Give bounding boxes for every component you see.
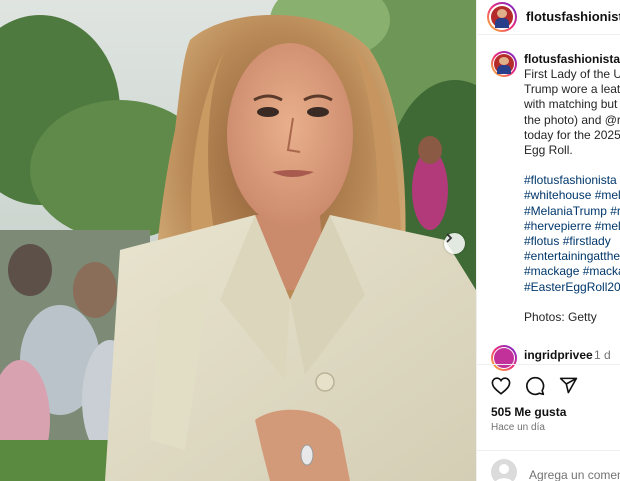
hashtag-line[interactable]: #whitehouse #mel bbox=[524, 188, 620, 203]
header-username[interactable]: flotusfashionista bbox=[526, 9, 620, 24]
caption-line: the photo) and @r bbox=[524, 112, 620, 127]
caption-line: First Lady of the U bbox=[524, 67, 620, 81]
next-photo-button[interactable] bbox=[444, 233, 465, 254]
share-icon[interactable] bbox=[559, 376, 578, 395]
post-sidebar: flotusfashionista flotusfashionista Firs… bbox=[476, 0, 620, 481]
caption-line: today for the 2025 bbox=[524, 127, 620, 142]
hashtag-line[interactable]: #entertainingatthe bbox=[524, 249, 620, 264]
post-header: flotusfashionista bbox=[477, 0, 620, 35]
hashtag-line[interactable]: #flotus #firstlady bbox=[524, 234, 620, 249]
own-avatar bbox=[491, 459, 517, 481]
comment-age: 1 d bbox=[594, 348, 611, 362]
caption-author-avatar[interactable] bbox=[491, 51, 517, 77]
post-caption: First Lady of the U Trump wore a leath w… bbox=[524, 67, 620, 325]
like-count[interactable]: 505 Me gusta bbox=[491, 405, 566, 419]
comment-icon[interactable] bbox=[525, 376, 545, 396]
post-time: Hace un día bbox=[491, 422, 545, 433]
post-photo[interactable] bbox=[0, 0, 476, 481]
caption-author-username[interactable]: flotusfashionista bbox=[524, 52, 620, 66]
heart-icon[interactable] bbox=[491, 377, 511, 395]
hashtag-line[interactable]: #MelaniaTrump #r bbox=[524, 204, 620, 219]
commenter-username[interactable]: ingridprivee bbox=[524, 348, 593, 362]
hashtag-line[interactable]: #flotusfashionista bbox=[524, 173, 620, 188]
comment-input[interactable]: Agrega un comen bbox=[529, 468, 620, 481]
caption-line: with matching but bbox=[524, 97, 618, 112]
photo-illustration bbox=[0, 0, 476, 481]
user-icon bbox=[496, 464, 512, 481]
caption-line: Trump wore a leath bbox=[524, 82, 620, 97]
hashtag-line[interactable]: #EasterEggRoll202 bbox=[524, 280, 620, 295]
chevron-right-icon bbox=[446, 233, 453, 243]
hashtag-line[interactable]: #mackage #macka bbox=[524, 264, 620, 279]
photo-credit: Photos: Getty bbox=[524, 309, 597, 324]
hashtag-line[interactable]: #hervepierre #mel bbox=[524, 219, 620, 234]
caption-line: Egg Roll. bbox=[524, 143, 573, 158]
author-avatar[interactable] bbox=[487, 2, 517, 32]
